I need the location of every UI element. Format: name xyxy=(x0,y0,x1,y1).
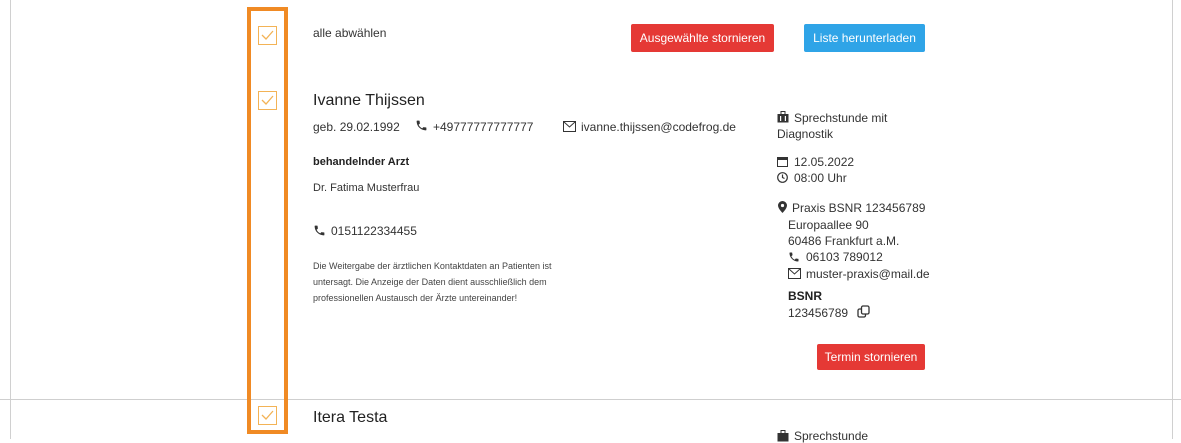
appointment-type-line-1: Sprechstunde xyxy=(794,429,869,443)
practice-phone[interactable]: 06103 789012 xyxy=(806,250,883,264)
birth-date: geb. 29.02.1992 xyxy=(313,120,400,134)
checkbox-column-highlight xyxy=(247,7,288,434)
patient-phone[interactable]: +49777777777777 xyxy=(433,120,533,134)
disclaimer-line-1: Die Weitergabe der ärztlichen Kontaktdat… xyxy=(313,261,552,271)
practice-email[interactable]: muster-praxis@mail.de xyxy=(806,267,930,281)
deselect-all-label[interactable]: alle abwählen xyxy=(313,26,386,40)
patient-email[interactable]: ivanne.thijssen@codefrog.de xyxy=(581,120,736,134)
bsnr-label: BSNR xyxy=(788,289,823,303)
disclaimer-line-3: professionellen Austausch der Ärzte unte… xyxy=(313,293,518,303)
practice-street: Europaallee 90 xyxy=(788,218,869,232)
mail-icon xyxy=(563,121,576,132)
phone-icon xyxy=(314,225,325,236)
patient-name: Ivanne Thijssen xyxy=(313,92,425,109)
patient-name: Itera Testa xyxy=(313,409,388,426)
clock-icon xyxy=(777,172,788,183)
practice-name: Praxis BSNR 123456789 xyxy=(792,201,926,215)
disclaimer-line-2: untersagt. Die Anzeige der Daten dient a… xyxy=(313,277,547,287)
phone-icon xyxy=(416,120,427,131)
practice-city: 60486 Frankfurt a.M. xyxy=(788,234,900,248)
calendar-icon xyxy=(777,157,788,167)
divider xyxy=(0,399,1181,400)
doctor-heading: behandelnder Arzt xyxy=(313,156,410,168)
copy-icon[interactable] xyxy=(857,305,870,318)
location-pin-icon xyxy=(778,201,787,213)
cancel-selected-button[interactable]: Ausgewählte stornieren xyxy=(631,24,774,52)
briefcase-icon xyxy=(777,111,789,123)
mail-icon xyxy=(788,268,801,279)
download-list-button[interactable]: Liste herunterladen xyxy=(804,24,925,52)
appointment-type-line-1: Sprechstunde mit xyxy=(794,111,888,125)
briefcase-icon xyxy=(777,430,789,442)
bsnr-value: 123456789 xyxy=(788,306,849,320)
appointment-type-line-2: Diagnostik xyxy=(777,127,834,141)
phone-icon xyxy=(789,252,799,262)
doctor-name: Dr. Fatima Musterfrau xyxy=(313,182,420,194)
doctor-phone[interactable]: 0151122334455 xyxy=(331,224,417,238)
content-frame xyxy=(10,0,1173,439)
appointment-time: 08:00 Uhr xyxy=(794,171,847,185)
appointment-date: 12.05.2022 xyxy=(794,155,855,169)
cancel-appointment-button[interactable]: Termin stornieren xyxy=(817,344,925,370)
